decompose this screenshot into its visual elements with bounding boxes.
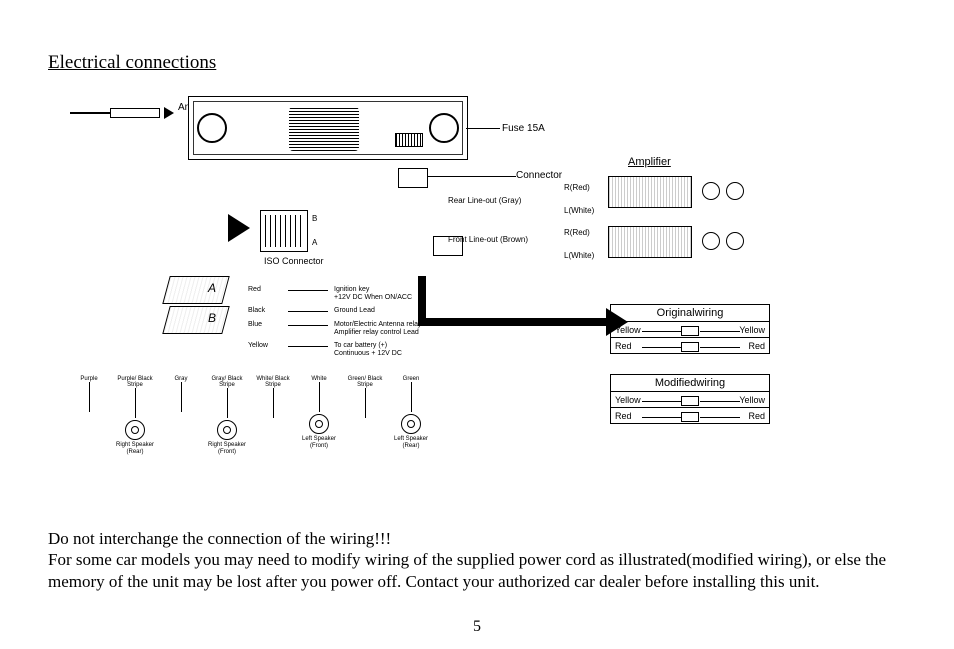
- fuse-icon: [681, 326, 699, 336]
- rear-lineout-label: Rear Line-out (Gray): [448, 196, 521, 205]
- iso-a-label: A: [312, 238, 317, 247]
- rca-l-white-label-2: L(White): [564, 251, 594, 260]
- speaker-name: Left Speaker (Front): [298, 436, 340, 449]
- connector-b-label: B: [208, 311, 216, 325]
- arrow-icon: [228, 214, 250, 242]
- speaker-col: White/ Black Stripe: [252, 376, 294, 455]
- wiring-row: Red Red: [611, 407, 769, 423]
- front-lineout-label: Front Line-out (Brown): [448, 235, 528, 244]
- wiring-row: Yellow Yellow: [611, 391, 769, 407]
- wiring-diagram: Antenna Fuse 15A Connector Rear Line-out…: [48, 86, 928, 486]
- amp-speaker-icon: [702, 232, 720, 250]
- speaker-col: Green/ Black Stripe: [344, 376, 386, 455]
- speaker-col: Green Left Speaker (Rear): [390, 376, 432, 455]
- iso-b-label: B: [312, 214, 317, 223]
- page-title: Electrical connections: [48, 52, 928, 74]
- antenna-icon: [70, 104, 180, 124]
- wire-color: Blue: [248, 321, 288, 328]
- fuse-icon: [681, 396, 699, 406]
- iso-connector-label: ISO Connector: [264, 256, 324, 266]
- arrow-icon: [418, 318, 608, 326]
- amp-speaker-icon: [726, 232, 744, 250]
- speaker-wire-color: Gray/ Black Stripe: [206, 376, 248, 388]
- speaker-wire-color: White/ Black Stripe: [252, 376, 294, 388]
- modified-wiring-title: Modifiedwiring: [611, 375, 769, 391]
- speaker-name: Right Speaker (Rear): [114, 442, 156, 455]
- amplifier-label: Amplifier: [628, 156, 671, 168]
- wire-desc: Ignition key +12V DC When ON/ACC: [334, 286, 412, 301]
- modified-wiring-box: Modifiedwiring Yellow Yellow Red Red: [610, 374, 770, 424]
- speaker-col: Gray/ Black Stripe Right Speaker (Front): [206, 376, 248, 455]
- fuse-icon: [681, 412, 699, 422]
- wire-desc: Ground Lead: [334, 307, 375, 315]
- speaker-icon: [401, 414, 421, 434]
- wiring-left: Yellow: [615, 325, 641, 335]
- wiring-row: Red Red: [611, 337, 769, 353]
- connector-label: Connector: [516, 170, 562, 181]
- rca-r-red-label-2: R(Red): [564, 228, 590, 237]
- speaker-wire-color: Green/ Black Stripe: [344, 376, 386, 388]
- speaker-wires: Purple Purple/ Black Stripe Right Speake…: [68, 376, 432, 455]
- wire-row: Red Ignition key +12V DC When ON/ACC: [248, 286, 462, 301]
- wire-row: Yellow To car battery (+) Continuous + 1…: [248, 342, 462, 357]
- wiring-right: Yellow: [739, 395, 765, 405]
- wire-color: Black: [248, 307, 288, 314]
- speaker-icon: [309, 414, 329, 434]
- amplifier-icon: [608, 176, 692, 208]
- speaker-col: Gray: [160, 376, 202, 455]
- wiring-right: Yellow: [739, 325, 765, 335]
- wiring-left: Red: [615, 341, 632, 351]
- wire-color: Yellow: [248, 342, 288, 349]
- warning-text: Do not interchange the connection of the…: [48, 528, 928, 549]
- footer-text: Do not interchange the connection of the…: [48, 528, 928, 592]
- page-number: 5: [0, 618, 954, 636]
- wiring-left: Yellow: [615, 395, 641, 405]
- wiring-right: Red: [748, 411, 765, 421]
- original-wiring-box: Originalwiring Yellow Yellow Red Red: [610, 304, 770, 354]
- speaker-icon: [217, 420, 237, 440]
- connector-a-label: A: [208, 281, 216, 295]
- connector-icon: [398, 168, 428, 188]
- iso-connector-icon: [260, 210, 308, 252]
- speaker-name: Right Speaker (Front): [206, 442, 248, 455]
- connector-a-icon: [162, 276, 230, 304]
- wiring-row: Yellow Yellow: [611, 321, 769, 337]
- fuse-label: Fuse 15A: [502, 123, 545, 134]
- original-wiring-title: Originalwiring: [611, 305, 769, 321]
- speaker-col: White Left Speaker (Front): [298, 376, 340, 455]
- rca-r-red-label: R(Red): [564, 183, 590, 192]
- head-unit-icon: [188, 96, 468, 160]
- speaker-icon: [125, 420, 145, 440]
- speaker-name: Left Speaker (Rear): [390, 436, 432, 449]
- amp-speaker-icon: [726, 182, 744, 200]
- connector-b-icon: [162, 306, 230, 334]
- amplifier-icon-2: [608, 226, 692, 258]
- wiring-left: Red: [615, 411, 632, 421]
- rca-l-white-label: L(White): [564, 206, 594, 215]
- speaker-wire-color: Purple/ Black Stripe: [114, 376, 156, 388]
- wire-row: Black Ground Lead: [248, 307, 462, 315]
- amp-speaker-icon: [702, 182, 720, 200]
- speaker-col: Purple/ Black Stripe Right Speaker (Rear…: [114, 376, 156, 455]
- note-text: For some car models you may need to modi…: [48, 549, 928, 592]
- wire-desc: To car battery (+) Continuous + 12V DC: [334, 342, 402, 357]
- speaker-col: Purple: [68, 376, 110, 455]
- wiring-right: Red: [748, 341, 765, 351]
- wire-color: Red: [248, 286, 288, 293]
- fuse-icon: [681, 342, 699, 352]
